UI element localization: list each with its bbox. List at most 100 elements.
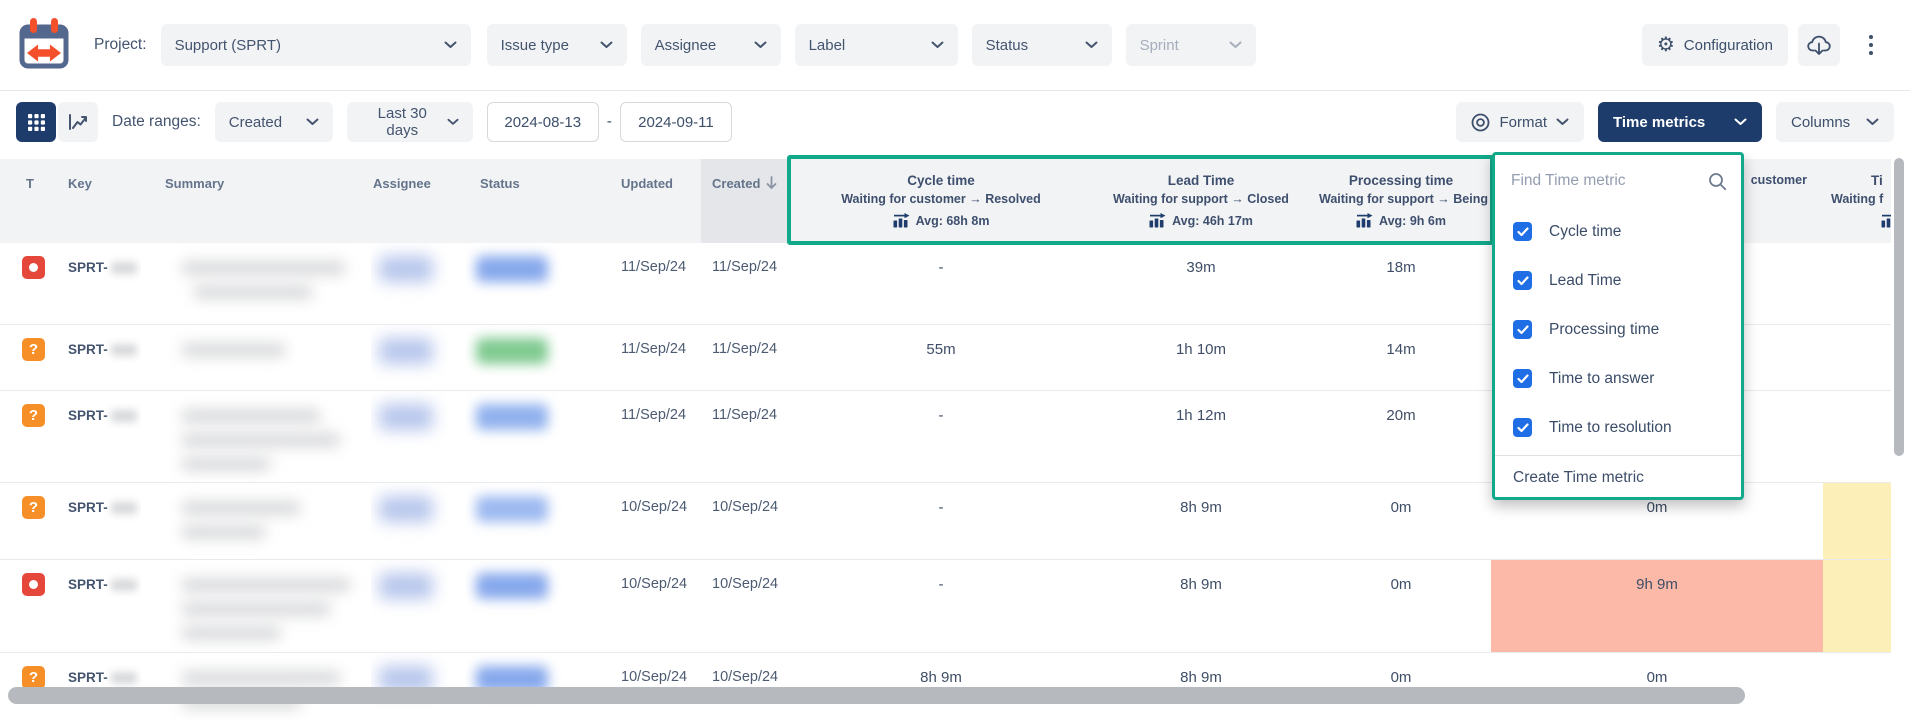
assignee-cell [371,391,466,482]
created-cell: 11/Sep/24 [701,243,791,324]
issues-table: T Key Summary Assignee Status Updated Cr… [0,152,1910,721]
column-header-lead-time[interactable]: Lead Time Waiting for support → Closed A… [1091,159,1311,243]
time-metric-option[interactable]: Lead Time [1495,256,1741,305]
project-select-value: Support (SPRT) [175,37,281,54]
assignee-redacted [379,338,433,364]
issue-key[interactable]: SPRT- [68,577,108,592]
period-select[interactable]: Last 30 days [347,102,473,142]
label-filter[interactable]: Label [795,24,958,66]
table-toolbar: Date ranges: Created Last 30 days 2024-0… [0,92,1910,152]
issue-key[interactable]: SPRT- [68,342,108,357]
checkbox-checked-icon[interactable] [1513,320,1532,339]
assignee-cell [371,325,466,390]
table-view-button[interactable] [16,102,56,142]
create-time-metric-button[interactable]: Create Time metric [1495,456,1741,487]
table-row[interactable]: SPRT- 10/Sep/24 10/Sep/24 - 8h 9m 0m 9h … [0,560,1910,653]
column-header-type[interactable]: T [0,159,56,243]
created-cell: 10/Sep/24 [701,560,791,652]
status-cell [466,483,601,559]
time-metrics-dropdown: Cycle time Lead Time Processing time Tim… [1492,152,1744,500]
checkbox-checked-icon[interactable] [1513,222,1532,241]
assignee-cell [371,483,466,559]
columns-button[interactable]: Columns [1776,102,1894,142]
issue-key[interactable]: SPRT- [68,260,108,275]
assignee-cell [371,560,466,652]
chevron-down-icon [1556,118,1569,126]
summary-cell-redacted [141,483,371,559]
column-header-assignee[interactable]: Assignee [371,159,466,243]
lead-time-cell: 8h 9m [1091,483,1311,559]
date-from-input[interactable]: 2024-08-13 [487,102,599,142]
cloud-download-icon [1807,35,1831,56]
assignee-cell [371,243,466,324]
date-field-select[interactable]: Created [215,102,333,142]
assignee-filter[interactable]: Assignee [641,24,781,66]
view-toggle [16,102,98,142]
assignee-filter-label: Assignee [655,37,717,54]
status-filter[interactable]: Status [972,24,1112,66]
time-metrics-button-label: Time metrics [1613,114,1705,131]
date-to-input[interactable]: 2024-09-11 [620,102,732,142]
status-badge-redacted [476,256,548,282]
time-metric-option[interactable]: Cycle time [1495,207,1741,256]
issue-key[interactable]: SPRT- [68,500,108,515]
question-issue-type-icon [22,666,45,689]
sprint-filter[interactable]: Sprint [1126,24,1256,66]
column-header-processing-time[interactable]: Processing time Waiting for support → Be… [1311,159,1491,243]
chart-view-button[interactable] [58,102,98,142]
time-metric-option[interactable]: Time to answer [1495,354,1741,403]
kebab-menu-icon [1869,33,1873,57]
time-metrics-button[interactable]: Time metrics [1598,102,1762,142]
column-header-updated[interactable]: Updated [601,159,701,243]
top-toolbar: Project: Support (SPRT) Issue type Assig… [0,0,1910,91]
time-metric-option[interactable]: Processing time [1495,305,1741,354]
issue-type-filter[interactable]: Issue type [487,24,627,66]
column-header-key[interactable]: Key [56,159,141,243]
format-eye-icon [1471,113,1490,132]
issue-key[interactable]: SPRT- [68,670,108,685]
label-filter-label: Label [809,37,846,54]
more-menu-button[interactable] [1850,24,1892,66]
checkbox-checked-icon[interactable] [1513,271,1532,290]
vertical-scrollbar[interactable] [1894,158,1904,456]
avg-value: Avg: 68h 8m [916,214,990,228]
time-metric-option-label: Time to resolution [1549,419,1672,437]
column-header-status[interactable]: Status [466,159,601,243]
processing-time-cell: 0m [1311,483,1491,559]
summary-cell-redacted [141,560,371,652]
question-issue-type-icon [22,338,45,361]
time-metric-search [1495,155,1741,207]
status-badge-redacted [476,404,548,430]
status-badge-redacted [476,573,548,599]
checkbox-checked-icon[interactable] [1513,369,1532,388]
app-page: Project: Support (SPRT) Issue type Assig… [0,0,1910,721]
column-header-cycle-time[interactable]: Cycle time Waiting for customer → Resolv… [791,159,1091,243]
created-cell: 11/Sep/24 [701,325,791,390]
time-metric-search-input[interactable] [1511,172,1700,190]
chevron-down-icon [444,41,457,49]
issue-key[interactable]: SPRT- [68,408,108,423]
line-chart-icon [68,113,88,131]
column-header-created-sorted[interactable]: Created [701,159,791,243]
date-field-value: Created [229,114,282,131]
status-badge-redacted [476,338,548,364]
updated-cell: 10/Sep/24 [601,483,701,559]
bug-issue-type-icon [22,573,45,596]
processing-time-cell: 18m [1311,243,1491,324]
period-value: Last 30 days [361,105,444,139]
summary-cell-redacted [141,325,371,390]
format-button[interactable]: Format [1456,102,1584,142]
chevron-down-icon [931,41,944,49]
project-select[interactable]: Support (SPRT) [161,24,471,66]
chevron-down-icon [306,118,319,126]
checkbox-checked-icon[interactable] [1513,418,1532,437]
export-button[interactable] [1798,24,1840,66]
horizontal-scrollbar[interactable] [8,687,1745,704]
sort-descending-icon [766,176,777,190]
configuration-button[interactable]: ⚙ Configuration [1642,24,1788,66]
time-metric-option[interactable]: Time to resolution [1495,403,1741,452]
status-cell [466,560,601,652]
configuration-button-label: Configuration [1684,37,1773,54]
summary-cell-redacted [141,243,371,324]
column-header-summary[interactable]: Summary [141,159,371,243]
